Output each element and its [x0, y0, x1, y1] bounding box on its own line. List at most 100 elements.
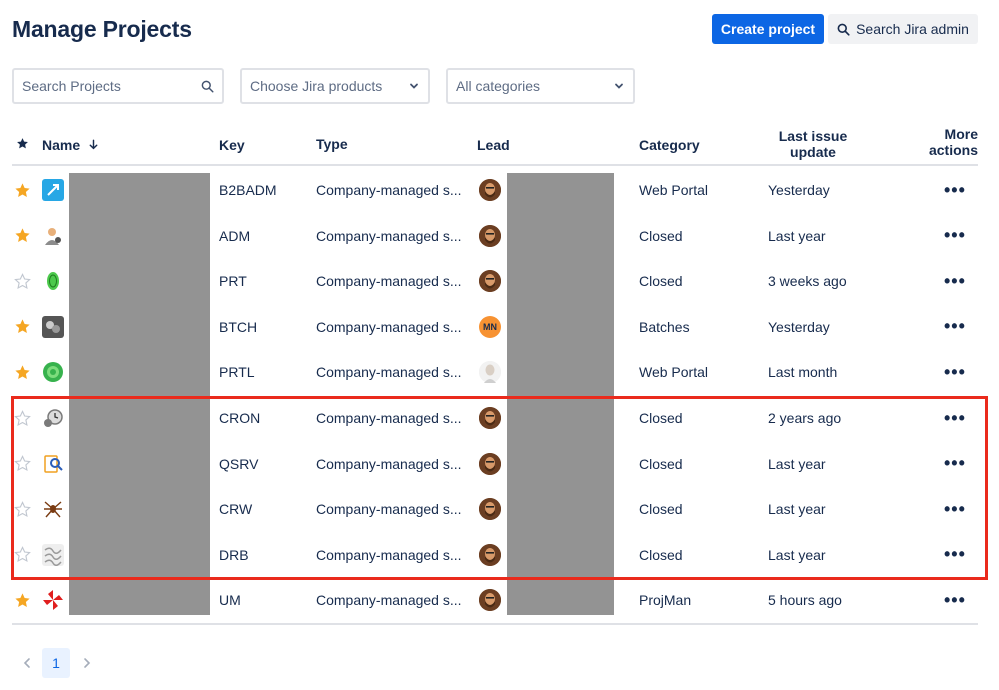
project-avatar	[42, 167, 64, 213]
star-toggle[interactable]	[14, 213, 31, 259]
more-actions-button[interactable]: •••	[944, 349, 966, 395]
chevron-right-icon	[84, 658, 91, 668]
project-last-update: Last month	[768, 364, 838, 381]
jira-products-label: Choose Jira products	[250, 78, 383, 94]
project-last-update: Yesterday	[768, 182, 830, 198]
project-key: B2BADM	[219, 182, 277, 198]
admin-user-icon	[42, 225, 64, 247]
lead-avatar	[479, 589, 501, 612]
search-icon	[837, 23, 850, 36]
project-lead[interactable]	[479, 167, 501, 213]
create-project-button[interactable]: Create project	[712, 14, 824, 44]
table-header: Name Key Type Lead Category Last issue u…	[12, 124, 978, 166]
search-jira-admin-label: Search Jira admin	[856, 21, 969, 37]
column-type[interactable]: Type	[316, 136, 348, 152]
project-lead[interactable]	[479, 213, 501, 259]
more-dots-icon: •••	[944, 225, 966, 246]
pagination-prev[interactable]	[14, 648, 40, 678]
project-category: Closed	[639, 227, 683, 244]
star-toggle[interactable]	[14, 258, 31, 304]
more-actions-button[interactable]: •••	[944, 304, 966, 350]
project-lead[interactable]	[479, 577, 501, 623]
project-type: Company-managed s...	[316, 364, 462, 381]
more-dots-icon: •••	[944, 361, 966, 382]
search-jira-admin-button[interactable]: Search Jira admin	[828, 14, 978, 44]
star-filled-icon	[15, 593, 30, 607]
more-dots-icon: •••	[944, 316, 966, 337]
lead-avatar: MN	[479, 315, 501, 338]
more-actions-button[interactable]: •••	[944, 167, 966, 213]
column-more-line1: More	[944, 126, 978, 142]
umbrella-icon	[42, 589, 64, 611]
column-last-update[interactable]: Last issue update	[768, 128, 858, 160]
project-key: PRT	[219, 273, 247, 290]
project-lead[interactable]	[479, 258, 501, 304]
project-category: Closed	[639, 273, 683, 290]
lead-avatar	[479, 361, 501, 384]
more-actions-button[interactable]: •••	[944, 258, 966, 304]
portal-icon	[42, 361, 64, 383]
more-dots-icon: •••	[944, 589, 966, 610]
project-last-update: Yesterday	[768, 318, 830, 335]
page-title: Manage Projects	[12, 16, 192, 42]
project-type: Company-managed s...	[316, 318, 462, 335]
jira-products-select[interactable]: Choose Jira products	[240, 68, 430, 104]
star-filled-icon	[15, 365, 30, 379]
project-key: BTCH	[219, 318, 258, 335]
more-dots-icon: •••	[944, 270, 966, 291]
sort-arrow-down-icon	[89, 139, 98, 150]
project-last-update: 3 weeks ago	[768, 273, 847, 290]
project-lead[interactable]: MN	[479, 304, 501, 350]
fingerprint-icon	[42, 270, 64, 292]
star-toggle[interactable]	[14, 577, 31, 623]
star-empty-icon	[14, 272, 31, 289]
search-projects-input[interactable]: Search Projects	[12, 68, 224, 104]
project-category: Web Portal	[639, 364, 708, 381]
star-toggle[interactable]	[14, 167, 31, 213]
project-key: UM	[219, 592, 241, 609]
star-filled-icon	[15, 319, 30, 334]
project-avatar	[42, 349, 64, 395]
pagination-page-1[interactable]: 1	[42, 648, 70, 678]
star-filled-icon	[15, 228, 30, 243]
search-icon	[201, 80, 214, 93]
pagination-next[interactable]	[74, 648, 100, 678]
star-toggle[interactable]	[14, 304, 31, 350]
highlight-annotation-box	[11, 396, 988, 580]
chevron-down-icon	[615, 83, 623, 89]
star-toggle[interactable]	[14, 349, 31, 395]
more-dots-icon: •••	[944, 179, 966, 200]
column-more-actions: More actions	[912, 126, 978, 158]
categories-select[interactable]: All categories	[446, 68, 635, 104]
project-category: ProjMan	[639, 592, 692, 609]
star-header-icon[interactable]	[16, 137, 29, 150]
column-last-update-line1: Last issue	[778, 128, 848, 144]
project-avatar	[42, 213, 64, 259]
search-projects-placeholder: Search Projects	[22, 78, 121, 94]
chevron-left-icon	[23, 658, 30, 668]
project-lead[interactable]	[479, 349, 501, 395]
project-type: Company-managed s...	[316, 227, 462, 244]
project-last-update: Last year	[768, 227, 826, 244]
project-type: Company-managed s...	[316, 592, 462, 609]
column-name-label: Name	[42, 137, 81, 153]
project-avatar	[42, 577, 64, 623]
batch-icon	[42, 315, 64, 338]
more-actions-button[interactable]: •••	[944, 577, 966, 623]
column-key[interactable]: Key	[219, 137, 245, 153]
project-key: ADM	[219, 227, 251, 244]
star-filled-icon	[15, 182, 30, 197]
chevron-down-icon	[410, 83, 418, 89]
project-avatar	[42, 258, 64, 304]
project-avatar	[42, 304, 64, 350]
project-category: Web Portal	[639, 182, 708, 198]
column-name[interactable]: Name	[42, 137, 99, 153]
column-category[interactable]: Category	[639, 137, 700, 153]
column-last-update-line2: update	[790, 144, 836, 160]
column-more-line2: actions	[928, 142, 978, 158]
lead-avatar	[479, 179, 501, 201]
project-type: Company-managed s...	[316, 182, 462, 198]
more-actions-button[interactable]: •••	[944, 213, 966, 259]
categories-label: All categories	[456, 78, 541, 94]
column-lead[interactable]: Lead	[477, 137, 510, 153]
